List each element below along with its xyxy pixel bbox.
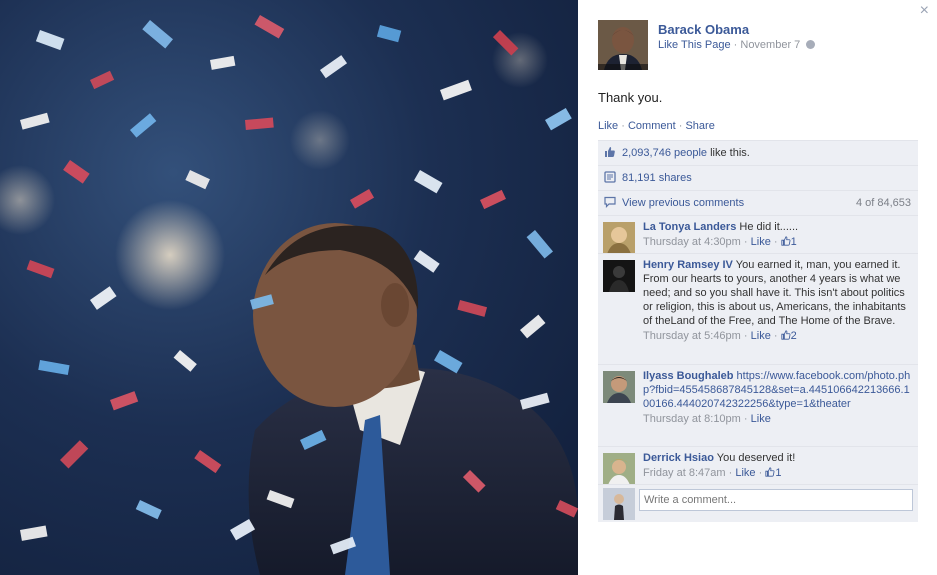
shares-row: 81,191 shares <box>598 165 918 190</box>
comment-bubble-icon <box>604 196 616 208</box>
comment-likes[interactable]: 1 <box>765 467 781 479</box>
comment-item: Henry Ramsey IV You earned it, man, you … <box>598 253 918 364</box>
comment-time[interactable]: Thursday at 5:46pm <box>643 330 741 342</box>
comment-likes-count: 1 <box>790 236 797 248</box>
avatar[interactable] <box>603 222 635 254</box>
likes-row: 2,093,746 people like this. <box>598 140 918 165</box>
comment-item: La Tonya Landers He did it...... Thursda… <box>598 215 918 254</box>
previous-comments-row: View previous comments 4 of 84,653 <box>598 190 918 215</box>
shares-icon <box>604 171 616 183</box>
comment-body: Ilyass Boughaleb https://www.facebook.co… <box>643 369 912 411</box>
comment-time[interactable]: Friday at 8:47am <box>643 467 726 479</box>
comment-author[interactable]: Henry Ramsey IV <box>643 259 733 271</box>
comment-meta: Thursday at 5:46pm · Like · 2 <box>643 329 912 343</box>
thumbs-up-icon <box>765 467 775 477</box>
comment-like-link[interactable]: Like <box>751 413 771 425</box>
page-meta: Like This Page · November 7 <box>658 39 816 51</box>
comment-likes-count: 1 <box>775 467 782 479</box>
likes-suffix: like this. <box>710 147 750 159</box>
meta-separator: · <box>743 330 748 342</box>
page-name-link[interactable]: Barack Obama <box>658 22 749 37</box>
post-text: Thank you. <box>598 90 663 105</box>
comment-like-link[interactable]: Like <box>735 467 755 479</box>
comment-action[interactable]: Comment <box>628 120 676 132</box>
shares-count-link[interactable]: 81,191 shares <box>622 172 692 184</box>
meta-separator: · <box>758 467 763 479</box>
avatar[interactable] <box>603 453 635 485</box>
meta-separator: · <box>773 236 778 248</box>
avatar <box>603 488 635 520</box>
meta-separator: · <box>773 330 778 342</box>
page-avatar[interactable] <box>598 20 648 70</box>
thumbs-up-icon <box>781 236 791 246</box>
meta-separator: · <box>743 236 748 248</box>
comment-like-link[interactable]: Like <box>751 236 771 248</box>
action-separator: · <box>621 120 625 132</box>
meta-separator: · <box>728 467 733 479</box>
comment-meta: Thursday at 4:30pm · Like · 1 <box>643 235 912 249</box>
comment-body: La Tonya Landers He did it...... <box>643 220 912 234</box>
globe-icon <box>806 40 816 49</box>
comment-item: Derrick Hsiao You deserved it! Friday at… <box>598 446 918 485</box>
post-sidebar: × Barack Obama Like This Page · November… <box>578 0 937 575</box>
view-previous-comments-link[interactable]: View previous comments <box>622 197 744 209</box>
avatar-image <box>603 453 635 485</box>
comment-meta: Thursday at 8:10pm · Like <box>643 412 912 426</box>
comment-time[interactable]: Thursday at 4:30pm <box>643 236 741 248</box>
thumbs-up-icon <box>781 330 791 340</box>
share-action[interactable]: Share <box>685 120 714 132</box>
write-comment-row <box>598 484 918 522</box>
action-separator: · <box>678 120 683 132</box>
avatar-image <box>603 488 635 520</box>
close-icon[interactable]: × <box>920 3 929 19</box>
comment-meta: Friday at 8:47am · Like · 1 <box>643 466 912 480</box>
comment-like-link[interactable]: Like <box>751 330 771 342</box>
feedback-panel: 2,093,746 people like this. 81,191 share… <box>598 140 918 522</box>
comment-likes[interactable]: 2 <box>781 330 797 342</box>
comment-text: You deserved it! <box>716 452 796 464</box>
thumbs-up-icon <box>605 147 615 157</box>
post-photo[interactable] <box>0 0 578 575</box>
comment-likes-count: 2 <box>790 330 797 342</box>
meta-separator: · <box>733 39 738 51</box>
comment-body: Derrick Hsiao You deserved it! <box>643 451 912 465</box>
comment-item: Ilyass Boughaleb https://www.facebook.co… <box>598 364 918 446</box>
comment-author[interactable]: Ilyass Boughaleb <box>643 370 733 382</box>
page-avatar-image <box>598 20 648 70</box>
photo-image <box>0 15 578 575</box>
comment-input[interactable] <box>639 489 913 511</box>
avatar-image <box>603 260 635 292</box>
likes-count-link[interactable]: 2,093,746 people <box>622 147 707 159</box>
comment-text: He did it...... <box>739 221 799 233</box>
like-action[interactable]: Like <box>598 120 618 132</box>
comment-body: Henry Ramsey IV You earned it, man, you … <box>643 258 912 328</box>
comment-likes[interactable]: 1 <box>781 236 797 248</box>
like-page-link[interactable]: Like This Page <box>658 39 731 51</box>
comment-author[interactable]: Derrick Hsiao <box>643 452 714 464</box>
meta-separator: · <box>743 413 748 425</box>
post-actions: Like · Comment · Share <box>598 120 715 132</box>
avatar-image <box>603 371 635 403</box>
comments-count: 4 of 84,653 <box>855 197 911 209</box>
avatar[interactable] <box>603 260 635 292</box>
avatar[interactable] <box>603 371 635 403</box>
comment-time[interactable]: Thursday at 8:10pm <box>643 413 741 425</box>
post-date[interactable]: November 7 <box>740 39 800 51</box>
avatar-image <box>603 222 635 254</box>
comment-author[interactable]: La Tonya Landers <box>643 221 736 233</box>
